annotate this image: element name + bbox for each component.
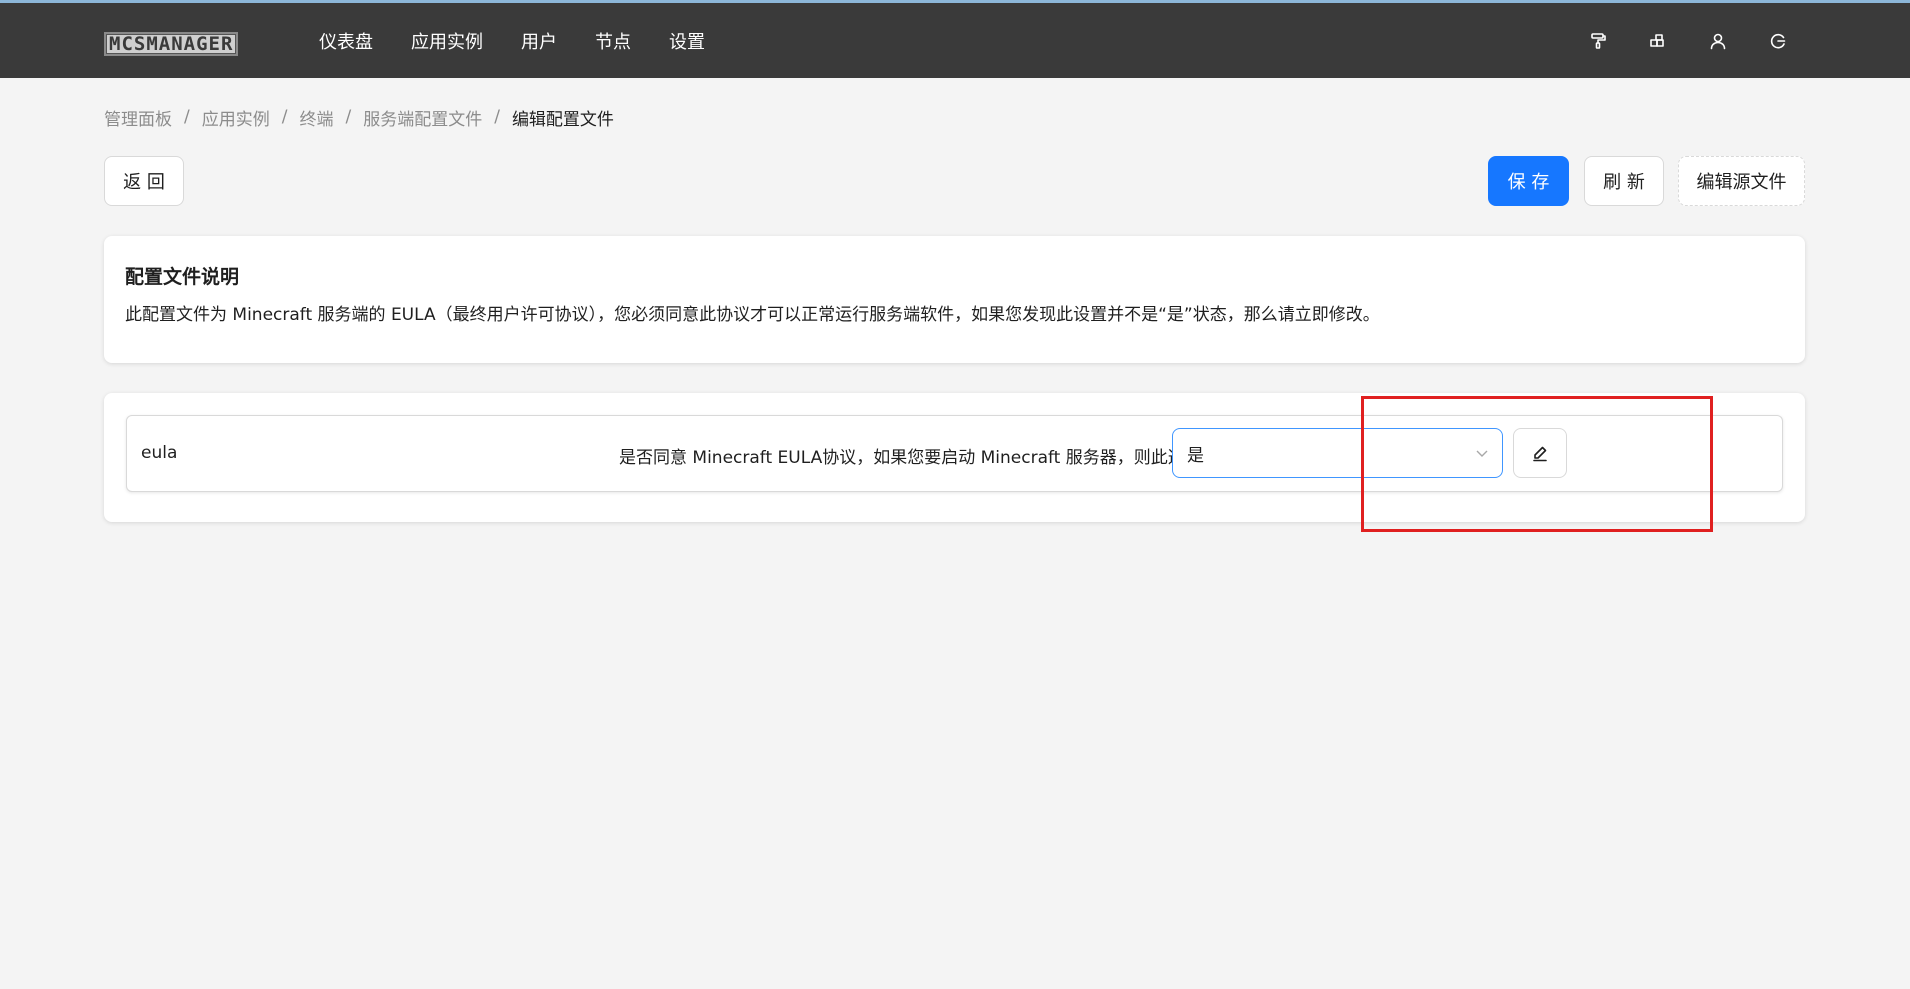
top-navbar: MCSMANAGER 仪表盘 应用实例 用户 节点 设置 [0,0,1910,78]
edit-item-button[interactable] [1513,428,1567,478]
breadcrumb: 管理面板 / 应用实例 / 终端 / 服务端配置文件 / 编辑配置文件 [104,105,614,130]
edit-source-button[interactable]: 编辑源文件 [1678,156,1805,206]
nav-settings[interactable]: 设置 [669,28,705,54]
user-icon[interactable] [1706,29,1730,53]
select-value: 是 [1187,445,1204,466]
eula-value-select[interactable]: 是 [1172,428,1503,478]
breadcrumb-instances[interactable]: 应用实例 [202,105,270,130]
nav-nodes[interactable]: 节点 [595,28,631,54]
nav-users[interactable]: 用户 [521,28,557,54]
mcsmanager-logo[interactable]: MCSMANAGER [104,32,239,56]
nav-dashboard[interactable]: 仪表盘 [319,28,373,54]
header-tools [1586,3,1790,78]
nav-instances[interactable]: 应用实例 [411,28,483,54]
pencil-icon [1531,444,1549,462]
config-list-card: eula 是否同意 Minecraft EULA协议，如果您要启动 Minecr… [104,393,1805,522]
breadcrumb-separator: / [494,107,500,127]
breadcrumb-terminal[interactable]: 终端 [299,105,333,130]
breadcrumb-separator: / [281,107,288,127]
page: MCSMANAGER 仪表盘 应用实例 用户 节点 设置 管理面板 / 应用实例… [0,0,1910,989]
breadcrumb-edit-config: 编辑配置文件 [511,109,614,130]
config-item-row: eula 是否同意 Minecraft EULA协议，如果您要启动 Minecr… [126,415,1783,492]
config-key: eula [141,443,178,463]
breadcrumb-server-config[interactable]: 服务端配置文件 [363,105,482,130]
breadcrumb-admin-panel[interactable]: 管理面板 [104,105,172,130]
config-info-card: 配置文件说明 此配置文件为 Minecraft 服务端的 EULA（最终用户许可… [104,236,1805,363]
refresh-button[interactable]: 刷 新 [1584,156,1664,206]
back-button[interactable]: 返 回 [104,156,184,206]
paint-roller-icon[interactable] [1586,29,1610,53]
main-nav: 仪表盘 应用实例 用户 节点 设置 [300,3,724,78]
breadcrumb-separator: / [345,107,352,127]
config-info-title: 配置文件说明 [125,266,240,288]
logout-icon[interactable] [1766,29,1790,53]
config-info-description: 此配置文件为 Minecraft 服务端的 EULA（最终用户许可协议），您必须… [125,305,1380,325]
breadcrumb-separator: / [184,107,190,127]
save-button[interactable]: 保 存 [1488,156,1569,206]
puzzle-icon[interactable] [1646,29,1670,53]
chevron-down-icon [1474,445,1490,461]
